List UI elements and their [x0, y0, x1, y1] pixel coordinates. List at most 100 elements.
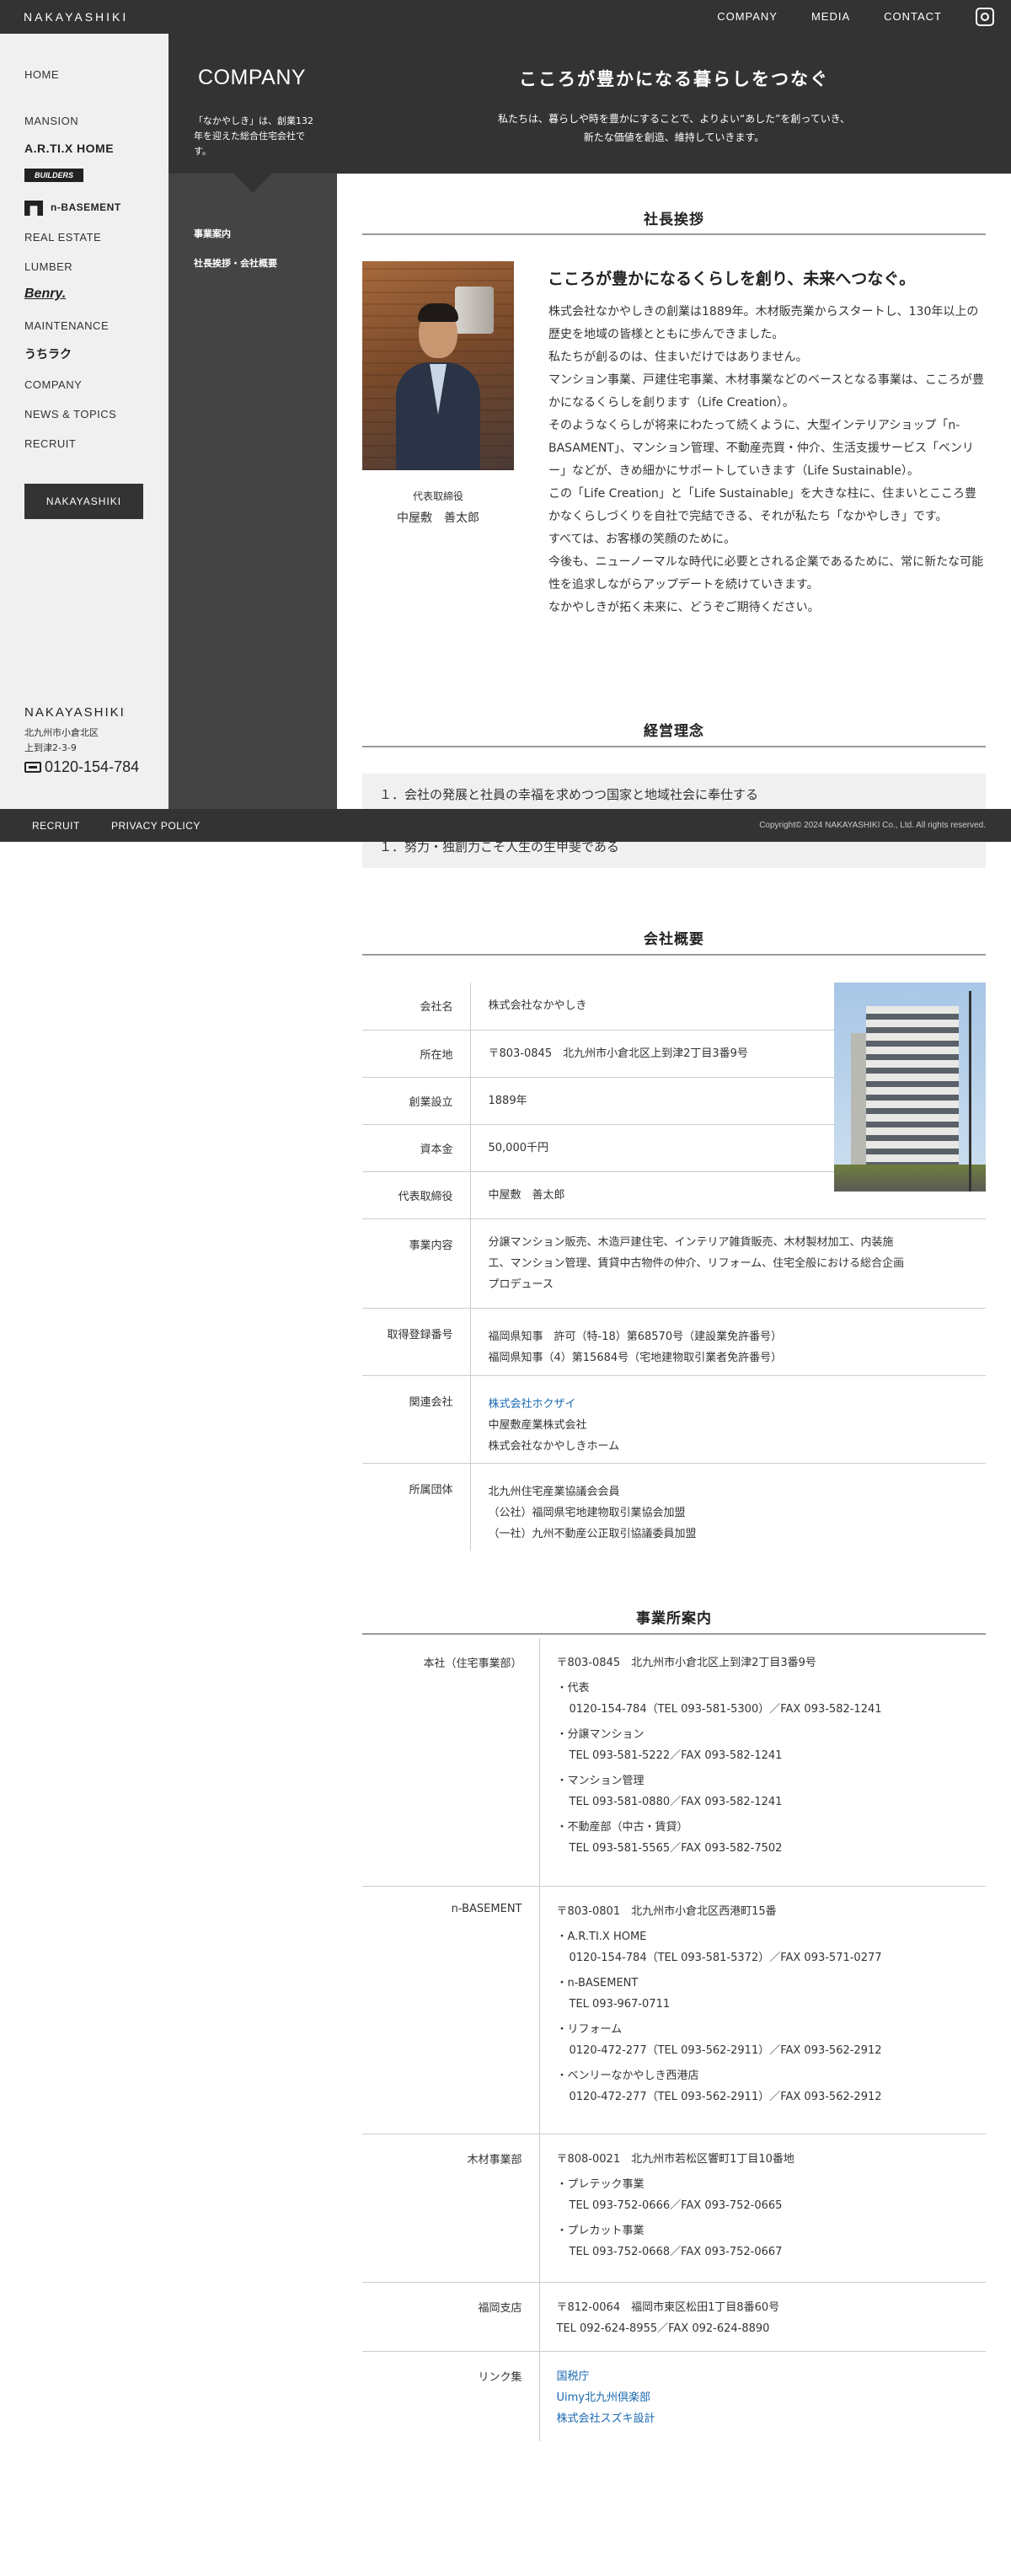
office-address: 〒808-0021 北九州市若松区響町1丁目10番地 — [556, 2152, 794, 2166]
brand-benry[interactable]: Benry. — [24, 287, 66, 302]
hero-subline-2: 新たな価値を創造、維持していきます。 — [583, 131, 765, 143]
value-line: 北九州住宅産業協議会会員 — [488, 1485, 620, 1498]
footer-recruit-link[interactable]: RECRUIT — [32, 820, 80, 832]
department-label: ・不動産部（中古・賃貸） — [556, 1821, 688, 1834]
value-line: 中屋敷産業株式会社 — [488, 1418, 587, 1432]
sidebar-item-home[interactable]: HOME — [24, 68, 59, 81]
footer-privacy-link[interactable]: PRIVACY POLICY — [111, 820, 201, 832]
row-key: 代表取締役 — [362, 1171, 471, 1219]
link-suzuki-sekkei[interactable]: 株式会社スズキ設計 — [557, 2408, 987, 2429]
sidebar-item-lumber[interactable]: LUMBER — [24, 260, 72, 273]
greeting-heading: こころが豊かになるくらしを創り、未来へつなぐ。 — [548, 270, 916, 288]
office-name: 福岡支店 — [362, 2282, 540, 2352]
instagram-icon[interactable] — [976, 8, 994, 26]
office-detail: 〒803-0801 北九州市小倉北区西港町15番 ・A.R.TI.X HOME … — [539, 1886, 986, 2134]
link-nta[interactable]: 国税庁 — [557, 2366, 987, 2387]
president-role: 代表取締役 — [412, 490, 463, 502]
row-key: 事業内容 — [362, 1218, 471, 1309]
department-contact: TEL 093-752-0666／FAX 093-752-0665 — [569, 2198, 783, 2212]
table-row: n-BASEMENT 〒803-0801 北九州市小倉北区西港町15番 ・A.R… — [362, 1886, 986, 2134]
building-street — [834, 1165, 986, 1192]
subnav-greeting[interactable]: 社長挨拶・会社概要 — [194, 256, 277, 270]
value-line: 工、マンション管理、賃貸中古物件の仲介、リフォーム、住宅全般における総合企画 — [488, 1256, 905, 1270]
row-key: 関連会社 — [362, 1375, 471, 1464]
nav-company[interactable]: COMPANY — [717, 10, 778, 23]
nakayashiki-button[interactable]: NAKAYASHIKI — [24, 484, 143, 519]
related-company-link[interactable]: 株式会社ホクザイ — [489, 1394, 987, 1415]
row-key: 所在地 — [362, 1030, 471, 1078]
office-name: 木材事業部 — [362, 2134, 540, 2283]
table-row: 所属団体 北九州住宅産業協議会会員 （公社）福岡県宅地建物取引業協会加盟 （一社）九… — [362, 1463, 986, 1550]
link-uimy[interactable]: Uimy北九州倶楽部 — [557, 2387, 987, 2408]
n-basement-icon — [24, 201, 43, 216]
greeting-paragraph: この「Life Creation」と「Life Sustainable」を大きな… — [548, 487, 977, 523]
department-label: ・代表 — [556, 1682, 590, 1695]
greeting-body: 株式会社なかやしきの創業は1889年。木材販売業からスタートし、130年以上の歴… — [548, 301, 986, 619]
greeting-paragraph: 私たちが創るのは、住まいだけではありません。 — [548, 351, 808, 364]
value-line: 福岡県知事（4）第15684号（宅地建物取引業者免許番号） — [488, 1352, 783, 1364]
row-key: 会社名 — [362, 983, 471, 1031]
sidebar-item-news[interactable]: NEWS & TOPICS — [24, 408, 116, 420]
hero-heading: こころが豊かになる暮らしをつなぐ — [519, 69, 829, 89]
department-label: ・ベンリーなかやしき西港店 — [556, 2069, 699, 2082]
table-row: 関連会社 株式会社ホクザイ 中屋敷産業株式会社 株式会社なかやしきホーム — [362, 1375, 987, 1464]
brand-uchiraku[interactable]: うちラク — [24, 345, 72, 362]
footer-logo: NAKAYASHIKI — [24, 705, 126, 720]
philosophy-divider — [362, 746, 986, 747]
free-dial-icon — [24, 762, 41, 773]
nav-contact[interactable]: CONTACT — [884, 10, 942, 23]
brand-artix-home[interactable]: A.R.TI.X HOME — [24, 142, 114, 155]
sidebar-item-company[interactable]: COMPANY — [24, 378, 82, 391]
department-contact: TEL 093-581-0880／FAX 093-582-1241 — [569, 1796, 783, 1808]
tel-number: 0120-154-784 — [45, 758, 140, 775]
department-contact: TEL 093-967-0711 — [569, 1997, 671, 2011]
value-line: 分譲マンション販売、木造戸建住宅、インテリア雑貨販売、木材製材加工、内装施 — [488, 1235, 894, 1249]
office-detail: 〒803-0845 北九州市小倉北区上到津2丁目3番9号 ・代表 0120-15… — [539, 1638, 986, 1887]
subnav-business[interactable]: 事業案内 — [194, 227, 231, 240]
sidebar-item-maintenance[interactable]: MAINTENANCE — [24, 319, 109, 332]
nav-media[interactable]: MEDIA — [811, 10, 850, 23]
value-line: プロデュース — [488, 1277, 554, 1291]
office-name: リンク集 — [362, 2351, 540, 2441]
offices-divider — [362, 1633, 986, 1635]
page-title: COMPANY — [198, 66, 307, 89]
sidebar-item-real-estate[interactable]: REAL ESTATE — [24, 231, 101, 244]
street-pole — [969, 991, 971, 1192]
sidebar-item-mansion[interactable]: MANSION — [24, 115, 78, 127]
department-contact: TEL 093-581-5565／FAX 093-582-7502 — [569, 1842, 783, 1855]
offices-title: 事業所案内 — [636, 1610, 712, 1627]
department-contact: TEL 093-581-5222／FAX 093-582-1241 — [569, 1749, 783, 1762]
row-value: 福岡県知事 許可（特-18）第68570号（建設業免許番号） 福岡県知事（4）第1… — [470, 1308, 986, 1376]
sidebar-item-recruit[interactable]: RECRUIT — [24, 437, 76, 450]
office-name: 本社（住宅事業部） — [362, 1638, 540, 1887]
brand-builders[interactable]: BUILDERS — [24, 169, 83, 182]
department-contact: 0120-472-277（TEL 093-562-2911）／FAX 093-5… — [569, 2043, 882, 2057]
greeting-paragraph: すべては、お客様の笑顔のために。 — [548, 533, 736, 546]
table-row: 木材事業部 〒808-0021 北九州市若松区響町1丁目10番地 ・プレテック事… — [362, 2134, 986, 2283]
hero-banner: こころが豊かになる暮らしをつなぐ 私たちは、暮らしや時を豊かにすることで、よりよ… — [337, 34, 1011, 174]
row-key: 所属団体 — [362, 1463, 471, 1550]
table-row: 福岡支店 〒812-0064 福岡市東区松田1丁目8番60号 TEL 092-6… — [362, 2282, 986, 2352]
top-bar: NAKAYASHIKI COMPANY MEDIA CONTACT — [0, 0, 1011, 34]
department-label: ・分譲マンション — [556, 1728, 645, 1741]
greeting-paragraph: そのようなくらしが将来にわたって続くように、大型インテリアショップ「n-BASA… — [548, 419, 974, 478]
sub-navigation: 事業案内 社長挨拶・会社概要 — [168, 174, 337, 809]
top-nav: COMPANY MEDIA CONTACT — [717, 10, 942, 23]
building-floors — [866, 1006, 959, 1175]
greeting-paragraph: 株式会社なかやしきの創業は1889年。木材販売業からスタートし、130年以上の歴… — [548, 305, 979, 341]
brand-n-basement[interactable]: n-BASEMENT — [51, 201, 121, 213]
president-photo — [362, 261, 514, 470]
office-detail: 国税庁 Uimy北九州倶楽部 株式会社スズキ設計 — [539, 2351, 986, 2441]
table-row: 事業内容 分譲マンション販売、木造戸建住宅、インテリア雑貨販売、木材製材加工、内… — [362, 1218, 986, 1309]
greeting-divider — [362, 233, 986, 235]
greeting-title: 社長挨拶 — [644, 212, 704, 228]
hero-subline: 私たちは、暮らしや時を豊かにすることで、よりよい“あした”を創っていき、 新たな… — [337, 110, 1011, 147]
department-label: ・n-BASEMENT — [556, 1976, 639, 1990]
office-name: n-BASEMENT — [362, 1886, 540, 2134]
row-key: 取得登録番号 — [362, 1308, 471, 1376]
greeting-paragraph: なかやしきが拓く未来に、どうぞご期待ください。 — [548, 601, 820, 614]
site-logo[interactable]: NAKAYASHIKI — [24, 10, 128, 24]
sidebar-tel[interactable]: 0120-154-784 — [24, 758, 139, 776]
office-contact: TEL 092-624-8955／FAX 092-624-8890 — [556, 2322, 770, 2335]
department-contact: 0120-154-784（TEL 093-581-5372）／FAX 093-5… — [569, 1951, 882, 1964]
